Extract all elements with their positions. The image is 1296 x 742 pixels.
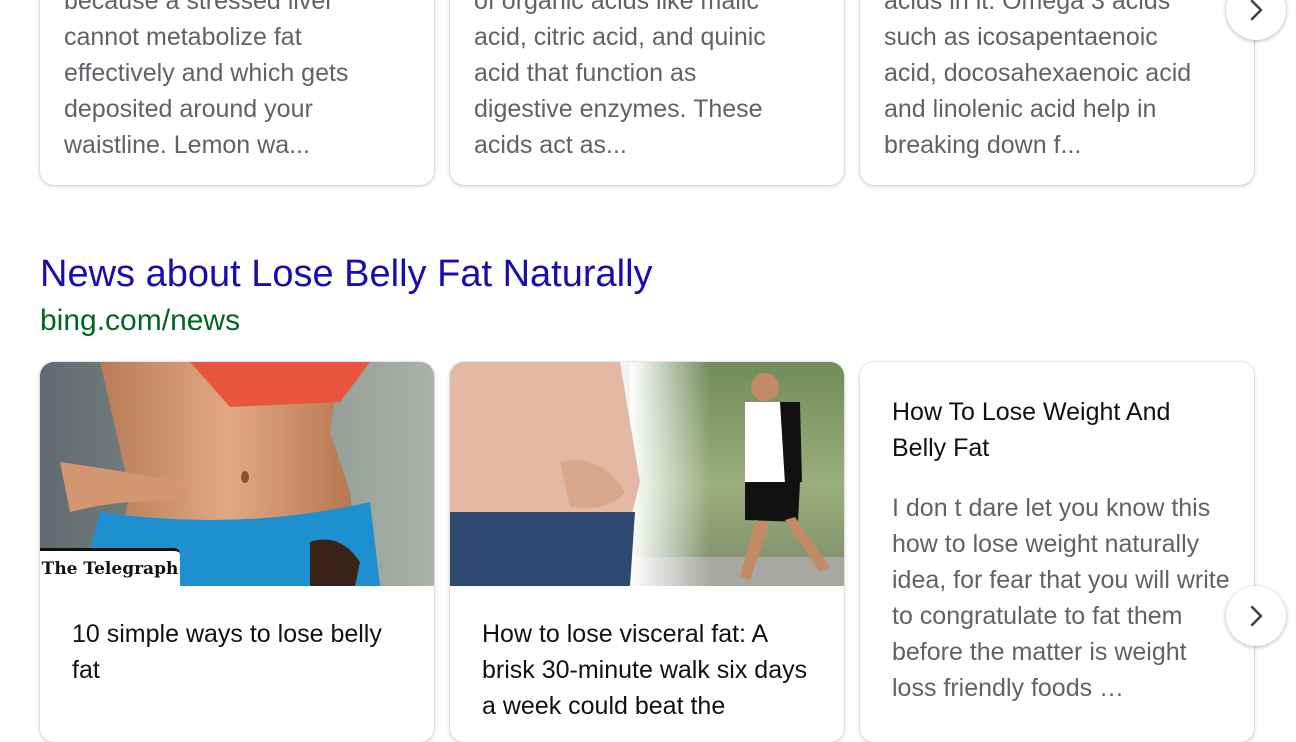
news-source-url[interactable]: bing.com/news (40, 302, 240, 340)
snippet-line: acids in it. Omega 3 acids (884, 0, 1171, 15)
article-card-1[interactable]: because a stressed liver cannot metaboli… (40, 0, 434, 185)
snippet-line: and linolenic acid help in (884, 95, 1157, 123)
news-card-title[interactable]: 10 simple ways to lose belly fat (72, 616, 410, 688)
news-card-title[interactable]: How to lose visceral fat: A brisk 30-min… (482, 616, 820, 724)
news-card-title[interactable]: How To Lose Weight And Belly Fat (892, 394, 1230, 466)
card-snippet: because a stressed liver cannot metaboli… (64, 0, 416, 163)
snippet-line: effectively and which gets (64, 59, 349, 87)
snippet-line: digestive enzymes. These (474, 95, 763, 123)
snippet-line: acid that function as (474, 59, 697, 87)
chevron-right-icon (1250, 0, 1263, 21)
snippet-line: deposited around your (64, 95, 313, 123)
news-card-2[interactable]: How to lose visceral fat: A brisk 30-min… (450, 362, 844, 742)
article-card-3[interactable]: acids in it. Omega 3 acids such as icosa… (860, 0, 1254, 185)
news-card-3[interactable]: How To Lose Weight And Belly Fat I don t… (860, 362, 1254, 742)
news-card-snippet: I don t dare let you know this how to lo… (892, 494, 1230, 702)
news-card-1[interactable]: The Telegraph 10 simple ways to lose bel… (40, 362, 434, 742)
snippet-line: such as icosapentaenoic (884, 23, 1158, 51)
chevron-right-icon (1250, 605, 1263, 627)
card-snippet: acids in it. Omega 3 acids such as icosa… (884, 0, 1236, 163)
snippet-line: acids act as... (474, 131, 627, 159)
snippet-line: acid, docosahexaenoic acid (884, 59, 1192, 87)
news-section-title[interactable]: News about Lose Belly Fat Naturally (40, 250, 653, 298)
snippet-line: acid, citric acid, and quinic (474, 23, 766, 51)
snippet-line: because a stressed liver (64, 0, 334, 15)
snippet-line: breaking down f... (884, 131, 1082, 159)
publisher-badge: The Telegraph (40, 548, 180, 587)
snippet-line: of organic acids like malic (474, 0, 759, 15)
article-card-2[interactable]: of organic acids like malic acid, citric… (450, 0, 844, 185)
snippet-line: cannot metabolize fat (64, 23, 302, 51)
next-news-button[interactable] (1226, 586, 1286, 646)
card-snippet: of organic acids like malic acid, citric… (474, 0, 826, 163)
snippet-line: waistline. Lemon wa... (64, 131, 310, 159)
news-image-walking (450, 362, 844, 586)
